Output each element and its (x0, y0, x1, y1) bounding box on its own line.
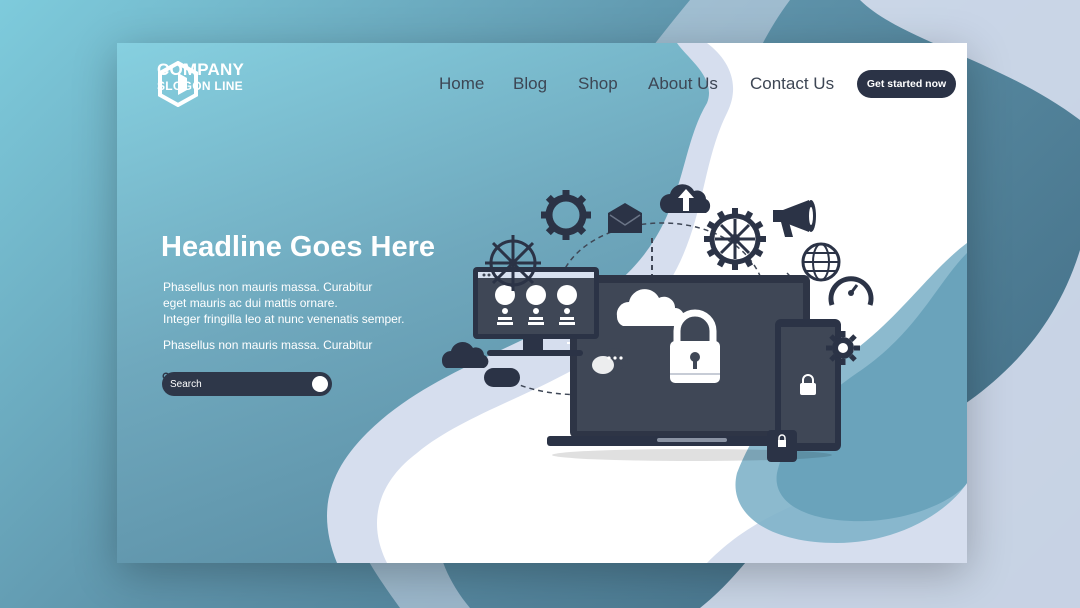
globe-icon (801, 242, 841, 282)
toggle-pill (484, 368, 520, 387)
megaphone-icon (773, 200, 816, 237)
gear-icon (485, 235, 541, 291)
cloud-upload-icon (659, 184, 711, 213)
gear-icon (541, 190, 591, 240)
phone (767, 430, 797, 462)
gear-icon (826, 331, 860, 365)
cloud-icon (441, 342, 489, 368)
gear-icon (704, 208, 766, 270)
security-illustration (441, 184, 874, 462)
envelope-icon (608, 203, 642, 233)
speedometer-icon (828, 276, 874, 306)
landing-card: COMPANY SLOGON LINE Home Blog Shop About… (117, 43, 967, 563)
